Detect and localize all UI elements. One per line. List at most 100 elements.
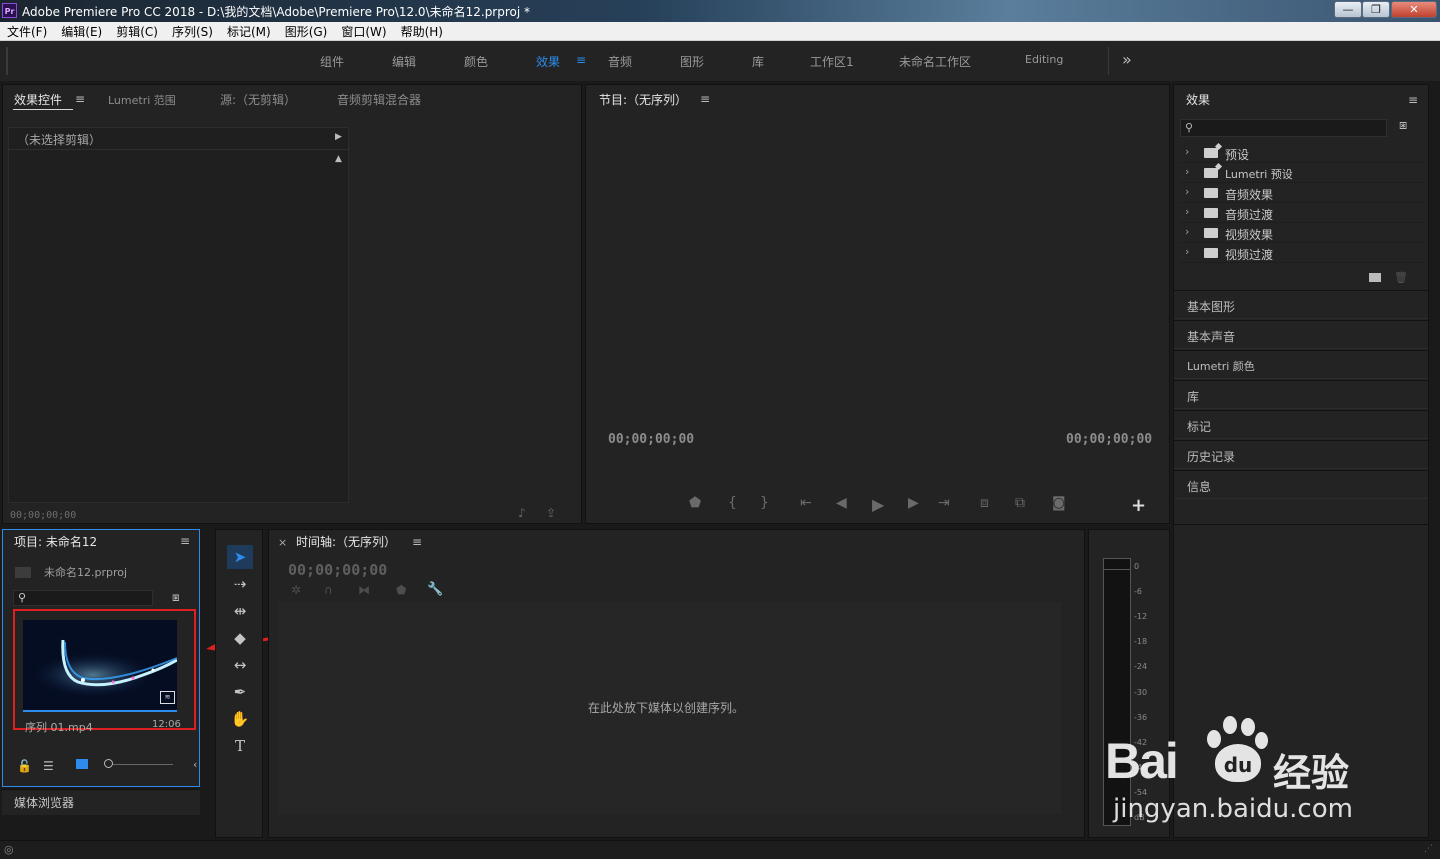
camera-icon[interactable]: ◙ bbox=[1052, 495, 1066, 511]
minimize-button[interactable]: — bbox=[1334, 1, 1362, 18]
extract-icon[interactable]: ⧉ bbox=[1015, 495, 1025, 511]
chevron-left-icon[interactable]: ‹ bbox=[193, 758, 197, 771]
tree-item-presets[interactable]: › 预设 bbox=[1180, 143, 1424, 163]
type-tool-icon[interactable]: T bbox=[227, 734, 253, 758]
menu-graphics[interactable]: 图形(G) bbox=[278, 22, 335, 40]
step-forward-icon[interactable]: ▶ bbox=[908, 495, 919, 511]
timeline-timecode[interactable]: 00;00;00;00 bbox=[288, 561, 387, 579]
track-select-tool-icon[interactable]: ⇢ bbox=[227, 572, 253, 596]
timeline-drop-area[interactable]: 在此处放下媒体以创建序列。 bbox=[278, 602, 1061, 814]
panel-history[interactable]: 历史记录 bbox=[1174, 440, 1428, 469]
linked-selection-icon[interactable]: ⧓ bbox=[358, 583, 370, 597]
zoom-slider-handle[interactable] bbox=[104, 759, 113, 768]
workspace-effects[interactable]: 效果 bbox=[536, 53, 560, 70]
chevron-right-icon[interactable]: › bbox=[1185, 205, 1189, 218]
workspace-color[interactable]: 颜色 bbox=[464, 53, 488, 70]
workspace-assembly[interactable]: 组件 bbox=[320, 53, 344, 70]
panel-markers[interactable]: 标记 bbox=[1174, 410, 1428, 439]
workspace-libraries[interactable]: 库 bbox=[752, 53, 764, 70]
new-bin-icon[interactable] bbox=[1369, 273, 1381, 282]
slip-tool-icon[interactable]: ↔ bbox=[227, 653, 253, 677]
effects-search-input[interactable]: ⚲ bbox=[1180, 119, 1387, 137]
panel-menu-icon[interactable]: ≡ bbox=[412, 535, 422, 549]
tab-media-browser[interactable]: 媒体浏览器 bbox=[14, 794, 74, 811]
chevron-right-icon[interactable]: › bbox=[1185, 245, 1189, 258]
menu-clip[interactable]: 剪辑(C) bbox=[109, 22, 165, 40]
resize-grip-icon[interactable]: ⋰ bbox=[1424, 844, 1433, 854]
workspace-overflow-button[interactable]: » bbox=[1122, 50, 1132, 69]
icon-view-icon[interactable] bbox=[76, 759, 88, 769]
panel-essential-sound[interactable]: 基本声音 bbox=[1174, 320, 1428, 349]
workspace-audio[interactable]: 音频 bbox=[608, 53, 632, 70]
tree-item-video-effects[interactable]: › 视频效果 bbox=[1180, 223, 1424, 243]
add-marker-icon[interactable]: ⬟ bbox=[689, 495, 701, 511]
new-search-bin-icon[interactable]: ⧆ bbox=[172, 590, 180, 605]
filter-audio-icon[interactable]: ♪ bbox=[518, 506, 526, 520]
tree-item-audio-effects[interactable]: › 音频效果 bbox=[1180, 183, 1424, 203]
project-search-input[interactable]: ⚲ bbox=[13, 590, 153, 606]
lock-icon[interactable]: 🔓 bbox=[17, 759, 32, 773]
workspace-untitled[interactable]: 未命名工作区 bbox=[899, 53, 971, 70]
snap-icon[interactable]: ∩ bbox=[324, 583, 333, 597]
close-tab-icon[interactable]: × bbox=[278, 536, 287, 549]
maximize-button[interactable]: ❐ bbox=[1362, 1, 1390, 18]
clip-name[interactable]: 序列 01.mp4 bbox=[25, 719, 93, 735]
menu-markers[interactable]: 标记(M) bbox=[220, 22, 278, 40]
mark-out-icon[interactable]: } bbox=[760, 495, 769, 511]
selection-tool-icon[interactable]: ➤ bbox=[227, 545, 253, 569]
panel-essential-graphics[interactable]: 基本图形 bbox=[1174, 290, 1428, 319]
panel-libraries[interactable]: 库 bbox=[1174, 380, 1428, 409]
workspace-1[interactable]: 工作区1 bbox=[810, 53, 854, 70]
go-to-out-icon[interactable]: ⇥ bbox=[938, 495, 950, 511]
hand-tool-icon[interactable]: ✋ bbox=[227, 707, 253, 731]
workspace-editing[interactable]: Editing bbox=[1025, 53, 1063, 66]
tab-lumetri-scopes[interactable]: Lumetri 范围 bbox=[108, 92, 176, 108]
tab-effect-controls[interactable]: 效果控件 bbox=[14, 91, 62, 108]
add-button-icon[interactable]: + bbox=[1131, 495, 1146, 516]
background-render-icon[interactable]: ◎ bbox=[4, 843, 14, 856]
export-icon[interactable]: ⇪ bbox=[546, 506, 556, 520]
menu-help[interactable]: 帮助(H) bbox=[394, 22, 450, 40]
go-to-in-icon[interactable]: ⇤ bbox=[800, 495, 812, 511]
trash-icon[interactable]: 🗑 bbox=[1394, 271, 1408, 284]
tree-item-video-transitions[interactable]: › 视频过渡 bbox=[1180, 243, 1424, 263]
panel-info[interactable]: 信息 bbox=[1174, 470, 1428, 499]
ripple-edit-tool-icon[interactable]: ⇹ bbox=[227, 599, 253, 623]
chevron-right-icon[interactable]: › bbox=[1185, 165, 1189, 178]
play-triangle-icon[interactable]: ▶ bbox=[335, 132, 342, 142]
program-timecode-current[interactable]: 00;00;00;00 bbox=[608, 432, 694, 447]
menu-window[interactable]: 窗口(W) bbox=[334, 22, 393, 40]
wrench-icon[interactable]: 🔧 bbox=[427, 582, 443, 597]
lift-icon[interactable]: ⧈ bbox=[980, 495, 989, 511]
menu-edit[interactable]: 编辑(E) bbox=[54, 22, 109, 40]
new-custom-bin-icon[interactable]: ⧆ bbox=[1399, 118, 1407, 133]
chevron-right-icon[interactable]: › bbox=[1185, 145, 1189, 158]
zoom-slider-track[interactable] bbox=[113, 764, 173, 765]
play-icon[interactable]: ▶ bbox=[872, 495, 884, 514]
insert-nest-icon[interactable]: ✲ bbox=[291, 583, 301, 597]
panel-lumetri-color[interactable]: Lumetri 颜色 bbox=[1174, 350, 1428, 379]
clip-thumbnail[interactable]: ≋ bbox=[23, 620, 177, 710]
list-view-icon[interactable]: ☰ bbox=[43, 759, 54, 773]
workspace-menu-icon[interactable]: ≡ bbox=[576, 53, 586, 67]
add-marker-icon[interactable]: ⬟ bbox=[396, 583, 406, 597]
razor-tool-icon[interactable]: ◆ bbox=[227, 626, 253, 650]
tab-source[interactable]: 源:（无剪辑） bbox=[220, 91, 296, 108]
menu-file[interactable]: 文件(F) bbox=[0, 22, 54, 40]
panel-menu-icon[interactable]: ≡ bbox=[75, 92, 85, 106]
scroll-up-icon[interactable]: ▲ bbox=[335, 154, 342, 164]
chevron-right-icon[interactable]: › bbox=[1185, 185, 1189, 198]
pen-tool-icon[interactable]: ✒ bbox=[227, 680, 253, 704]
tab-audio-clip-mixer[interactable]: 音频剪辑混合器 bbox=[337, 91, 421, 108]
chevron-right-icon[interactable]: › bbox=[1185, 225, 1189, 238]
panel-menu-icon[interactable]: ≡ bbox=[1408, 93, 1418, 107]
workspace-graphics[interactable]: 图形 bbox=[680, 53, 704, 70]
source-timecode[interactable]: 00;00;00;00 bbox=[10, 510, 76, 521]
panel-menu-icon[interactable]: ≡ bbox=[700, 92, 710, 106]
tree-item-audio-transitions[interactable]: › 音频过渡 bbox=[1180, 203, 1424, 223]
step-back-icon[interactable]: ◀ bbox=[836, 495, 847, 511]
menu-sequence[interactable]: 序列(S) bbox=[165, 22, 220, 40]
mark-in-icon[interactable]: { bbox=[728, 495, 737, 511]
close-window-button[interactable]: ✕ bbox=[1391, 1, 1437, 18]
tree-item-lumetri-presets[interactable]: › Lumetri 预设 bbox=[1180, 163, 1424, 183]
